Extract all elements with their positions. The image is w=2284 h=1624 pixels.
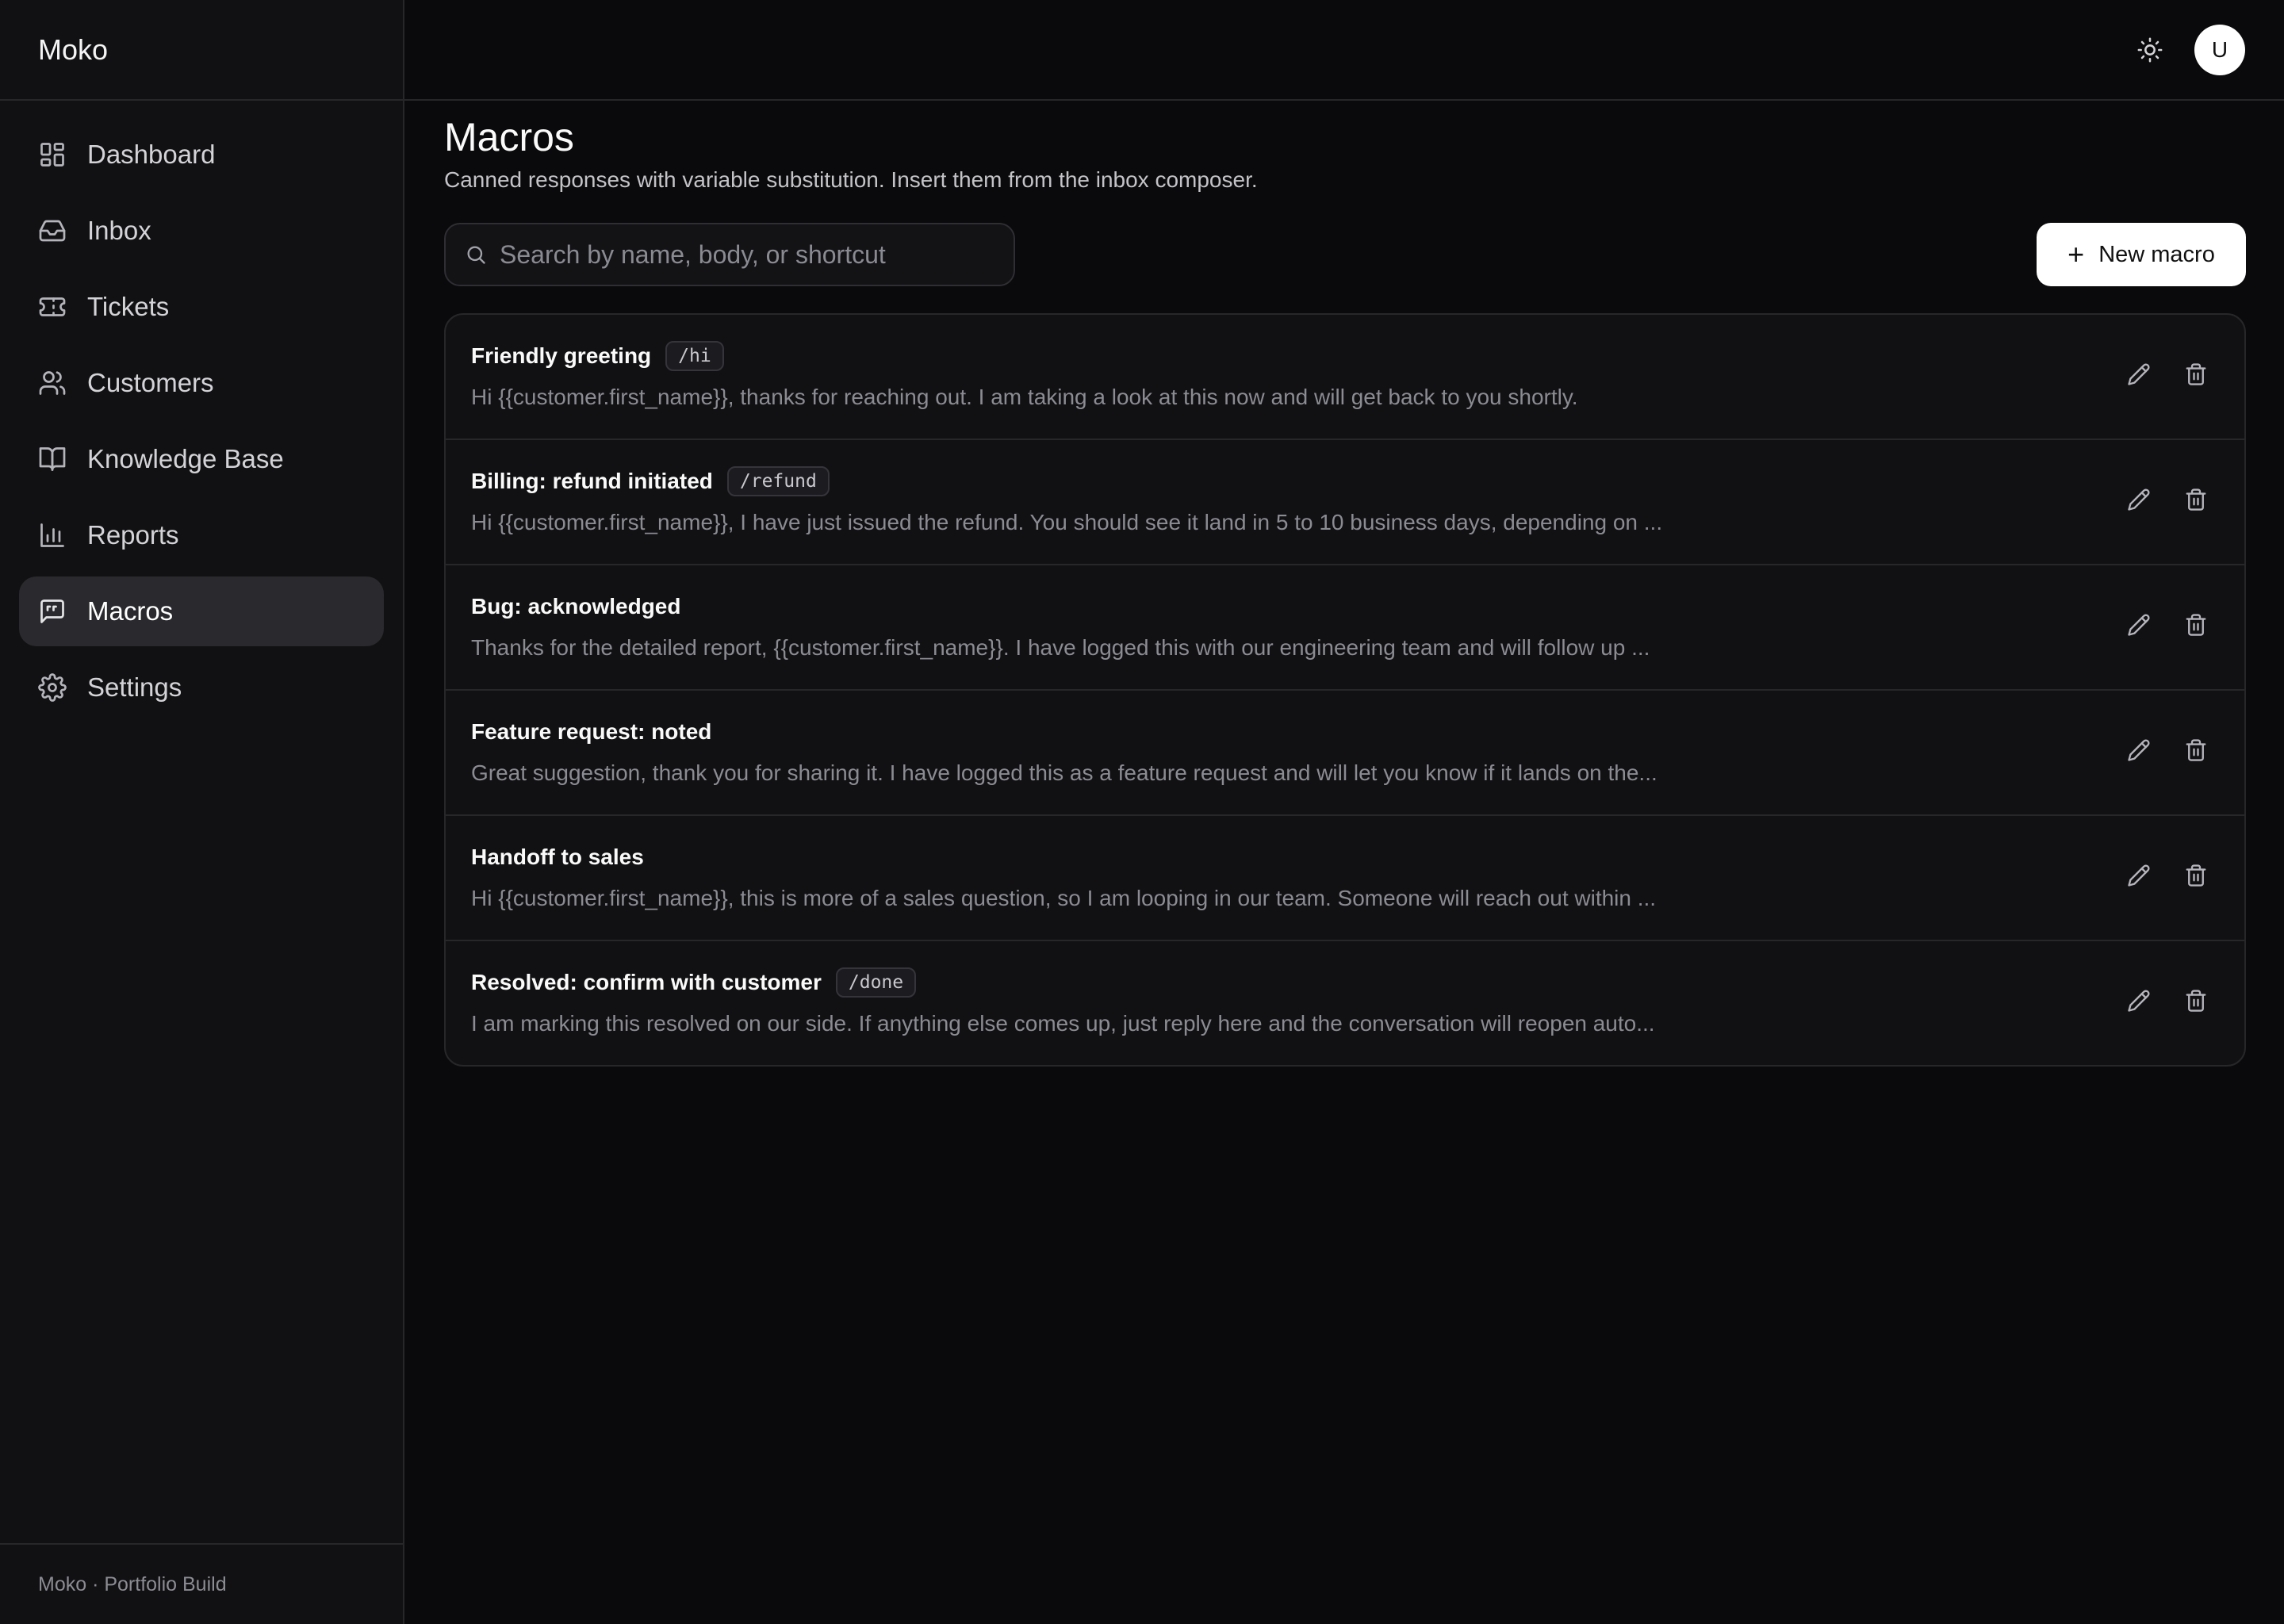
sidebar-footer: Moko · Portfolio Build: [0, 1543, 403, 1624]
sidebar-nav: Dashboard Inbox Tickets Customers Knowle…: [0, 101, 403, 722]
sidebar-item-knowledge-base[interactable]: Knowledge Base: [19, 424, 384, 494]
macro-body: I am marking this resolved on our side. …: [471, 1011, 1655, 1036]
pencil-icon: [2128, 990, 2150, 1012]
message-quote-icon: [38, 597, 67, 626]
trash-icon: [2186, 614, 2206, 636]
inbox-icon: [38, 216, 67, 245]
edit-button[interactable]: [2125, 361, 2152, 388]
macro-row[interactable]: Handoff to sales Hi {{customer.first_nam…: [446, 816, 2244, 941]
sidebar-item-macros[interactable]: Macros: [19, 576, 384, 646]
search-box[interactable]: [444, 223, 1015, 286]
sidebar-item-label: Reports: [87, 520, 179, 550]
topbar: [404, 0, 2284, 101]
edit-button[interactable]: [2125, 862, 2152, 889]
edit-button[interactable]: [2125, 486, 2152, 513]
pencil-icon: [2128, 864, 2150, 887]
macro-row[interactable]: Resolved: confirm with customer /done I …: [446, 941, 2244, 1065]
search-input[interactable]: [500, 239, 1014, 270]
dashboard-icon: [38, 140, 67, 169]
new-macro-label: New macro: [2098, 241, 2215, 267]
trash-icon: [2186, 363, 2206, 385]
toolbar: + New macro: [444, 223, 2246, 288]
plus-icon: +: [2067, 238, 2085, 270]
sidebar-item-label: Settings: [87, 672, 182, 702]
macro-row[interactable]: Friendly greeting /hi Hi {{customer.firs…: [446, 315, 2244, 440]
macro-body: Thanks for the detailed report, {{custom…: [471, 635, 1650, 660]
sidebar-item-label: Tickets: [87, 292, 170, 321]
pencil-icon: [2128, 488, 2150, 511]
macro-name: Billing: refund initiated: [471, 469, 713, 493]
trash-icon: [2186, 488, 2206, 511]
theme-toggle-button[interactable]: [2132, 32, 2168, 68]
pencil-icon: [2128, 739, 2150, 761]
sidebar-item-inbox[interactable]: Inbox: [19, 196, 384, 266]
macro-name: Bug: acknowledged: [471, 594, 681, 619]
macro-shortcut-badge: /hi: [665, 341, 724, 371]
pencil-icon: [2128, 614, 2150, 636]
brand-logo[interactable]: Moko: [0, 0, 403, 101]
delete-button[interactable]: [2182, 361, 2209, 388]
sidebar-item-label: Macros: [87, 596, 174, 626]
page-subtitle: Canned responses with variable substitut…: [444, 167, 1258, 192]
macro-name: Feature request: noted: [471, 719, 712, 744]
trash-icon: [2186, 990, 2206, 1012]
edit-button[interactable]: [2125, 737, 2152, 764]
users-icon: [38, 369, 67, 397]
edit-button[interactable]: [2125, 611, 2152, 638]
page-title: Macros: [444, 115, 574, 159]
sun-icon: [2137, 37, 2163, 63]
book-icon: [38, 445, 67, 473]
sidebar-item-tickets[interactable]: Tickets: [19, 272, 384, 342]
macro-row[interactable]: Bug: acknowledged Thanks for the detaile…: [446, 565, 2244, 691]
delete-button[interactable]: [2182, 486, 2209, 513]
edit-button[interactable]: [2125, 987, 2152, 1014]
main-content: Macros Canned responses with variable su…: [444, 101, 2246, 1067]
new-macro-button[interactable]: + New macro: [2037, 223, 2246, 286]
delete-button[interactable]: [2182, 987, 2209, 1014]
trash-icon: [2186, 864, 2206, 887]
delete-button[interactable]: [2182, 611, 2209, 638]
sidebar-item-label: Inbox: [87, 216, 151, 245]
macro-name: Friendly greeting: [471, 343, 652, 368]
gear-icon: [38, 673, 67, 702]
macro-name: Resolved: confirm with customer: [471, 970, 822, 994]
macro-row[interactable]: Billing: refund initiated /refund Hi {{c…: [446, 440, 2244, 565]
sidebar-item-label: Customers: [87, 368, 214, 397]
macro-body: Great suggestion, thank you for sharing …: [471, 760, 1657, 785]
macro-row[interactable]: Feature request: noted Great suggestion,…: [446, 691, 2244, 816]
trash-icon: [2186, 739, 2206, 761]
bar-chart-icon: [38, 521, 67, 550]
app-root: Moko Dashboard Inbox Tickets Customers K…: [0, 0, 2284, 1624]
search-icon: [467, 246, 485, 264]
macro-body: Hi {{customer.first_name}}, I have just …: [471, 510, 1663, 534]
avatar[interactable]: U: [2194, 25, 2245, 75]
macro-shortcut-badge: /done: [835, 967, 917, 998]
sidebar-item-label: Dashboard: [87, 140, 216, 169]
sidebar-item-reports[interactable]: Reports: [19, 500, 384, 570]
macro-shortcut-badge: /refund: [726, 466, 830, 496]
delete-button[interactable]: [2182, 862, 2209, 889]
macro-list: Friendly greeting /hi Hi {{customer.firs…: [444, 313, 2246, 1067]
delete-button[interactable]: [2182, 737, 2209, 764]
macro-body: Hi {{customer.first_name}}, thanks for r…: [471, 385, 1578, 409]
macro-body: Hi {{customer.first_name}}, this is more…: [471, 886, 1657, 910]
sidebar-item-dashboard[interactable]: Dashboard: [19, 120, 384, 190]
sidebar-item-customers[interactable]: Customers: [19, 348, 384, 418]
macro-name: Handoff to sales: [471, 845, 644, 869]
ticket-icon: [38, 293, 67, 321]
sidebar-item-settings[interactable]: Settings: [19, 653, 384, 722]
sidebar-item-label: Knowledge Base: [87, 444, 284, 473]
sidebar: Moko Dashboard Inbox Tickets Customers K…: [0, 0, 404, 1624]
pencil-icon: [2128, 363, 2150, 385]
